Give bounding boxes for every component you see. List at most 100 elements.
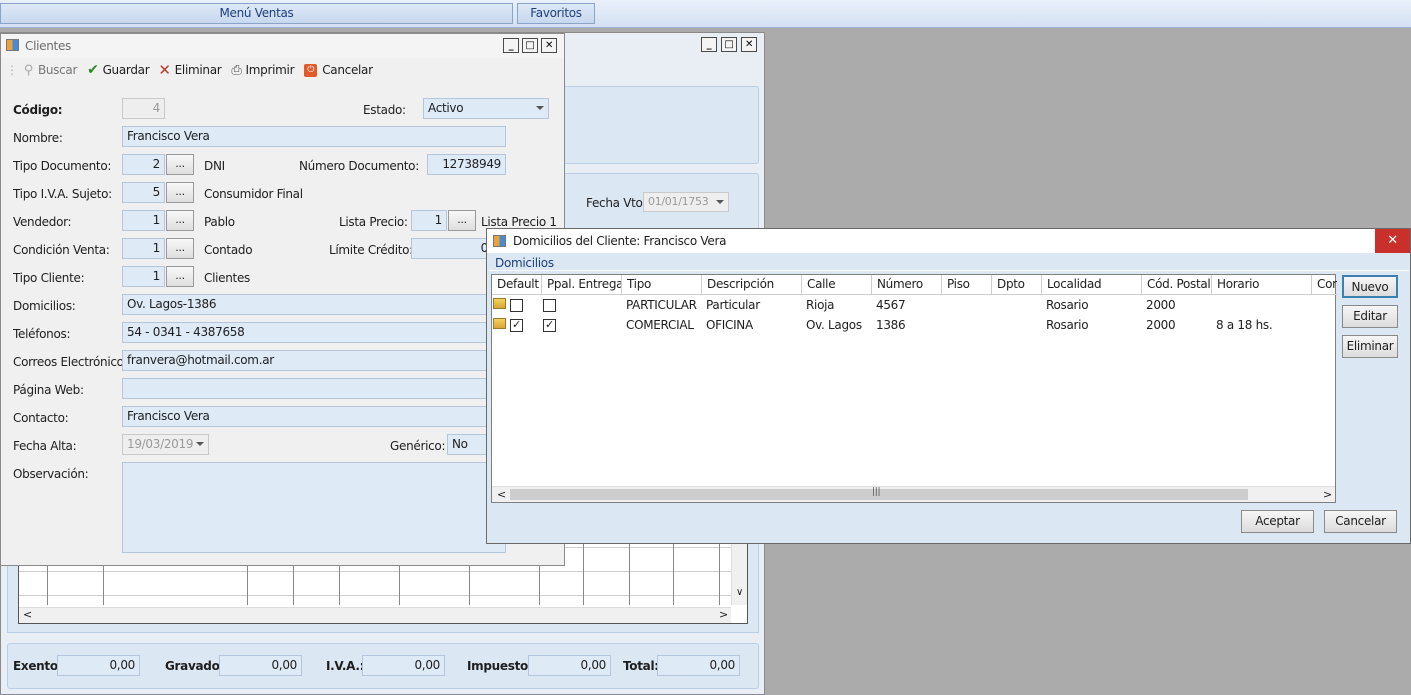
vendedor-lookup-button[interactable]: ... — [166, 210, 194, 231]
domicilios-field[interactable]: Ov. Lagos-1386 — [122, 294, 506, 315]
condicion-venta-lookup-button[interactable]: ... — [166, 238, 194, 259]
tipo-cliente-desc: Clientes — [204, 271, 250, 285]
col-header-localidad[interactable]: Localidad — [1042, 275, 1142, 295]
fecha-alta-label: Fecha Alta: — [13, 439, 77, 453]
col-header-calle[interactable]: Calle — [802, 275, 872, 295]
menu-ventas-tab[interactable]: Menú Ventas — [0, 3, 513, 24]
nuevo-button[interactable]: Nuevo — [1342, 275, 1398, 298]
scroll-left-icon[interactable]: < — [497, 487, 506, 502]
scroll-right-icon[interactable]: > — [1323, 487, 1332, 502]
vendedor-field[interactable]: 1 — [122, 210, 165, 231]
lista-precio-lookup-button[interactable]: ... — [448, 210, 476, 231]
toolbar-grip: ⋮ — [6, 63, 18, 77]
chevron-down-icon — [536, 106, 544, 110]
col-header-horario[interactable]: Horario — [1212, 275, 1312, 295]
delete-x-icon: ✕ — [158, 61, 171, 79]
col-header-cod-postal[interactable]: Cód. Postal — [1142, 275, 1212, 295]
eliminar-button[interactable]: Eliminar — [1342, 335, 1398, 358]
nombre-label: Nombre: — [13, 131, 63, 145]
minimize-icon[interactable]: _ — [701, 37, 717, 52]
default-checkbox[interactable]: ✓ — [510, 319, 523, 332]
col-header-piso[interactable]: Piso — [942, 275, 992, 295]
col-header-ppal-entrega[interactable]: Ppal. Entrega — [542, 275, 622, 295]
col-header-tipo[interactable]: Tipo — [622, 275, 702, 295]
guardar-button[interactable]: ✔ Guardar — [87, 62, 150, 78]
horizontal-scrollbar[interactable]: < ||| > — [492, 486, 1335, 502]
iva-field: 0,00 — [362, 655, 445, 676]
cell-descripcion: OFICINA — [706, 318, 753, 332]
minimize-icon[interactable]: _ — [503, 38, 519, 53]
app-icon — [6, 39, 19, 51]
table-row[interactable]: ✓ ✓ COMERCIAL OFICINA Ov. Lagos 1386 Ros… — [492, 315, 1337, 335]
printer-icon: ⎙ — [231, 62, 242, 78]
ppal-entrega-checkbox[interactable]: ✓ — [543, 319, 556, 332]
clientes-titlebar: Clientes _ □ ✕ — [1, 34, 564, 58]
imprimir-button[interactable]: ⎙ Imprimir — [231, 63, 294, 78]
maximize-icon[interactable]: □ — [522, 38, 538, 53]
contacto-field[interactable]: Francisco Vera — [122, 406, 506, 427]
tipo-iva-label: Tipo I.V.A. Sujeto: — [13, 187, 112, 201]
pagina-web-field[interactable] — [122, 378, 506, 399]
scroll-right-icon[interactable]: > — [719, 608, 728, 621]
fecha-vto-field[interactable]: 01/01/1753 — [643, 192, 729, 212]
cancelar-button[interactable]: ⏻ Cancelar — [304, 63, 373, 77]
telefonos-label: Teléfonos: — [13, 327, 71, 341]
gravado-label: Gravado: — [165, 659, 225, 673]
telefonos-field[interactable]: 54 - 0341 - 4387658 — [122, 322, 506, 343]
default-checkbox[interactable] — [510, 299, 523, 312]
codigo-label: Código: — [13, 103, 63, 117]
table-row[interactable]: PARTICULAR Particular Rioja 4567 Rosario… — [492, 295, 1337, 315]
impuestos-field: 0,00 — [528, 655, 611, 676]
tipo-iva-field[interactable]: 5 — [122, 182, 165, 203]
chevron-down-icon — [716, 200, 724, 204]
cell-tipo: PARTICULAR — [626, 298, 697, 312]
cell-localidad: Rosario — [1046, 298, 1089, 312]
total-label: Total: — [623, 659, 659, 673]
tipo-cliente-field[interactable]: 1 — [122, 266, 165, 287]
maximize-icon[interactable]: □ — [721, 37, 737, 52]
ppal-entrega-checkbox[interactable] — [543, 299, 556, 312]
nombre-field[interactable]: Francisco Vera — [122, 126, 506, 147]
close-icon[interactable]: ✕ — [1375, 229, 1410, 253]
aceptar-button[interactable]: Aceptar — [1241, 510, 1314, 533]
estado-select[interactable]: Activo — [423, 98, 549, 119]
numero-documento-field[interactable]: 12738949 — [427, 154, 506, 175]
tipo-documento-lookup-button[interactable]: ... — [166, 154, 194, 175]
condicion-venta-field[interactable]: 1 — [122, 238, 165, 259]
correos-field[interactable]: franvera@hotmail.com.ar — [122, 350, 506, 371]
col-header-descripcion[interactable]: Descripción — [702, 275, 802, 295]
scrollbar-thumb[interactable]: ||| — [510, 487, 1248, 500]
domicilios-group-label: Domicilios — [495, 256, 554, 270]
tipo-cliente-lookup-button[interactable]: ... — [166, 266, 194, 287]
col-header-cor[interactable]: Cor — [1312, 275, 1337, 295]
domicilios-grid[interactable]: Default Ppal. Entrega Tipo Descripción C… — [491, 274, 1337, 503]
totals-panel: Exento: 0,00 Gravado: 0,00 I.V.A.: 0,00 … — [7, 643, 759, 689]
close-icon[interactable]: ✕ — [541, 38, 557, 53]
editar-button[interactable]: Editar — [1342, 305, 1398, 328]
limite-credito-label: Límite Crédito: — [329, 243, 413, 257]
tipo-iva-lookup-button[interactable]: ... — [166, 182, 194, 203]
favoritos-tab[interactable]: Favoritos — [517, 3, 595, 24]
col-header-default[interactable]: Default — [492, 275, 542, 295]
horizontal-scrollbar[interactable]: < > — [19, 607, 731, 623]
scroll-down-icon[interactable]: ∨ — [731, 535, 747, 605]
col-header-dpto[interactable]: Dpto — [992, 275, 1042, 295]
observacion-field[interactable] — [122, 462, 506, 553]
close-icon[interactable]: ✕ — [741, 37, 757, 52]
cell-cod-postal: 2000 — [1146, 298, 1176, 312]
domicilios-dialog: Domicilios del Cliente: Francisco Vera ✕… — [486, 228, 1411, 544]
top-menu-bar: Menú Ventas Favoritos — [0, 0, 1411, 28]
tipo-cliente-label: Tipo Cliente: — [13, 271, 85, 285]
col-header-numero[interactable]: Número — [872, 275, 942, 295]
scroll-left-icon[interactable]: < — [23, 608, 32, 621]
condicion-venta-desc: Contado — [204, 243, 253, 257]
tipo-documento-field[interactable]: 2 — [122, 154, 165, 175]
buscar-button[interactable]: ⚲ Buscar — [24, 63, 78, 78]
lista-precio-label: Lista Precio: — [339, 215, 408, 229]
lista-precio-field[interactable]: 1 — [411, 210, 447, 231]
cancelar-dialog-button[interactable]: Cancelar — [1324, 510, 1397, 533]
domicilios-label: Domicilios: — [13, 299, 76, 313]
cell-calle: Rioja — [806, 298, 835, 312]
limite-credito-field[interactable]: 0 — [411, 238, 493, 259]
eliminar-button[interactable]: ✕ Eliminar — [158, 61, 221, 79]
